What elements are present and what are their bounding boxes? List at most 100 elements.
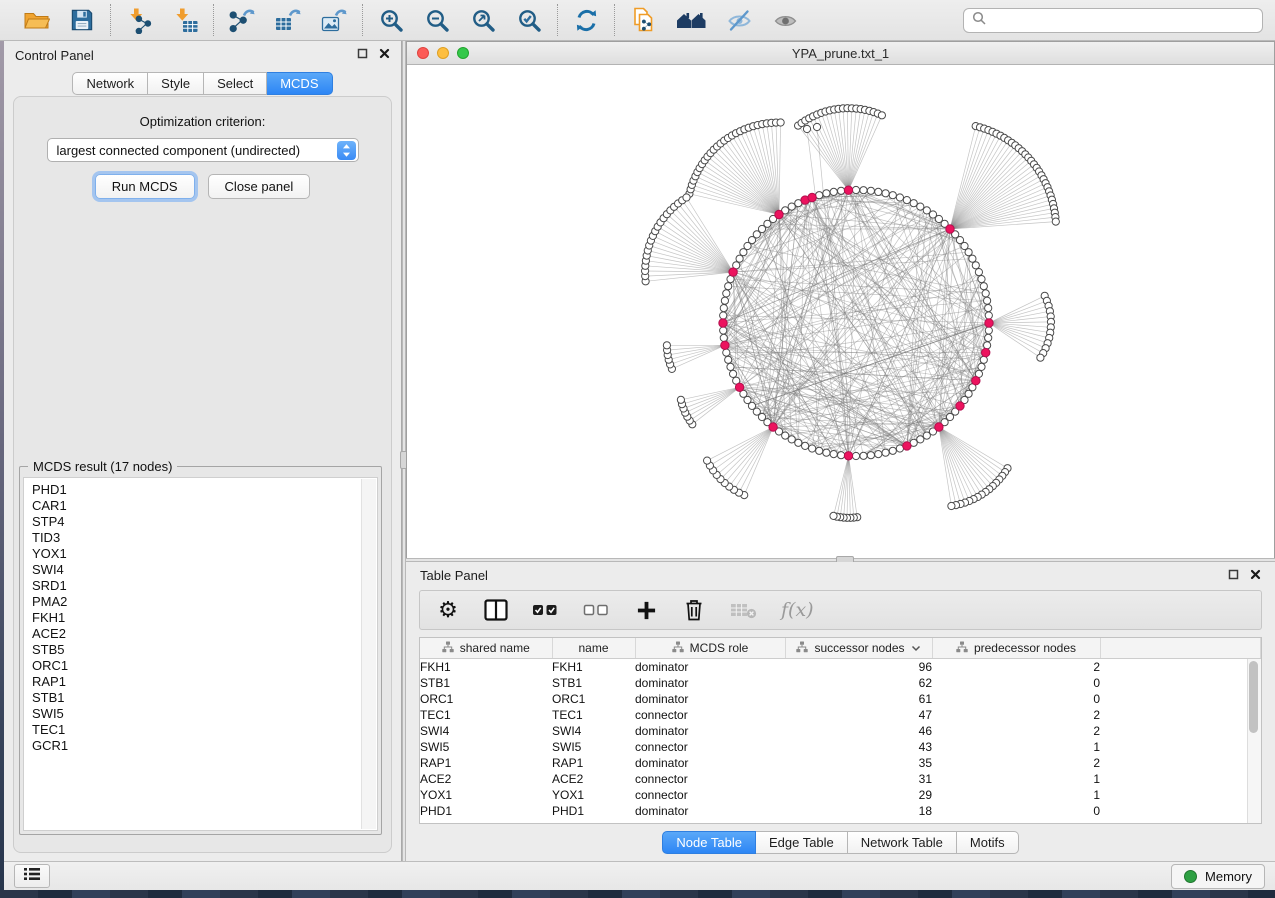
tab-style[interactable]: Style bbox=[148, 72, 204, 95]
tab-node-table[interactable]: Node Table bbox=[662, 831, 756, 854]
tab-motifs[interactable]: Motifs bbox=[957, 831, 1019, 854]
list-item[interactable]: PHD1 bbox=[32, 482, 377, 498]
table-row[interactable]: FKH1FKH1dominator962 bbox=[420, 659, 1261, 676]
close-panel-icon[interactable] bbox=[379, 46, 390, 64]
list-item[interactable]: CAR1 bbox=[32, 498, 377, 514]
toggle-panels-icon[interactable] bbox=[484, 599, 508, 621]
list-item[interactable]: SWI5 bbox=[32, 706, 377, 722]
mcds-result-list[interactable]: PHD1CAR1STP4TID3YOX1SWI4SRD1PMA2FKH1ACE2… bbox=[23, 477, 378, 831]
memory-status-icon bbox=[1184, 870, 1197, 883]
table-row[interactable]: ACE2ACE2connector311 bbox=[420, 771, 1261, 787]
task-history-button[interactable] bbox=[14, 864, 50, 888]
table-settings-icon[interactable]: ⚙ bbox=[436, 599, 460, 621]
table-row[interactable]: STB1STB1dominator620 bbox=[420, 675, 1261, 691]
first-neighbors-icon[interactable] bbox=[674, 5, 708, 35]
list-item[interactable]: STB5 bbox=[32, 642, 377, 658]
float-panel-icon[interactable] bbox=[1228, 567, 1239, 585]
table-row[interactable]: RAP1RAP1dominator352 bbox=[420, 755, 1261, 771]
node-table: shared namenameMCDS rolesuccessor nodesp… bbox=[420, 638, 1261, 819]
list-item[interactable]: STB1 bbox=[32, 690, 377, 706]
list-item[interactable]: ACE2 bbox=[32, 626, 377, 642]
open-icon[interactable] bbox=[21, 5, 51, 35]
search-icon bbox=[972, 11, 986, 30]
main-toolbar bbox=[0, 0, 1275, 41]
select-all-icon[interactable] bbox=[532, 603, 559, 617]
node-table-header-row: shared namenameMCDS rolesuccessor nodesp… bbox=[420, 638, 1261, 659]
memory-button[interactable]: Memory bbox=[1171, 864, 1265, 889]
float-panel-icon[interactable] bbox=[357, 46, 368, 64]
tab-network[interactable]: Network bbox=[72, 72, 148, 95]
list-item[interactable]: TID3 bbox=[32, 530, 377, 546]
list-item[interactable]: SWI4 bbox=[32, 562, 377, 578]
column-header-predecessor-nodes[interactable]: predecessor nodes bbox=[932, 638, 1100, 659]
export-table-icon[interactable] bbox=[273, 5, 303, 35]
run-mcds-button[interactable]: Run MCDS bbox=[95, 174, 195, 199]
table-scrollbar[interactable] bbox=[1247, 659, 1261, 823]
zoom-out-icon[interactable] bbox=[422, 5, 452, 35]
column-header-name[interactable]: name bbox=[552, 638, 635, 659]
apply-function-icon: f(x) bbox=[781, 599, 814, 621]
result-list-scrollbar[interactable] bbox=[361, 479, 376, 829]
column-type-icon bbox=[956, 641, 968, 656]
network-canvas[interactable] bbox=[407, 65, 1274, 558]
table-row[interactable]: ORC1ORC1dominator610 bbox=[420, 691, 1261, 707]
mcds-panel: Optimization criterion: largest connecte… bbox=[13, 96, 392, 853]
optimization-criterion-label: Optimization criterion: bbox=[14, 114, 391, 129]
column-header-MCDS-role[interactable]: MCDS role bbox=[635, 638, 785, 659]
table-scrollbar-thumb[interactable] bbox=[1249, 661, 1258, 733]
network-window: YPA_prune.txt_1 bbox=[406, 41, 1275, 558]
node-table-body: FKH1FKH1dominator962STB1STB1dominator620… bbox=[420, 659, 1261, 820]
list-item[interactable]: PMA2 bbox=[32, 594, 377, 610]
import-table-icon[interactable] bbox=[170, 5, 200, 35]
mcds-result-items: PHD1CAR1STP4TID3YOX1SWI4SRD1PMA2FKH1ACE2… bbox=[24, 478, 377, 754]
refresh-icon[interactable] bbox=[571, 5, 601, 35]
add-column-icon[interactable] bbox=[634, 600, 658, 621]
list-item[interactable]: ORC1 bbox=[32, 658, 377, 674]
status-bar: Memory bbox=[4, 861, 1275, 890]
column-header-successor-nodes[interactable]: successor nodes bbox=[785, 638, 932, 659]
table-row[interactable]: SWI5SWI5connector431 bbox=[420, 739, 1261, 755]
column-header-filler bbox=[1100, 638, 1261, 659]
criterion-dropdown[interactable]: largest connected component (undirected) bbox=[47, 138, 359, 162]
table-row[interactable]: YOX1YOX1connector291 bbox=[420, 787, 1261, 803]
tab-mcds[interactable]: MCDS bbox=[267, 72, 332, 95]
delete-column-icon[interactable] bbox=[682, 598, 706, 622]
list-item[interactable]: GCR1 bbox=[32, 738, 377, 754]
list-item[interactable]: TEC1 bbox=[32, 722, 377, 738]
list-item[interactable]: RAP1 bbox=[32, 674, 377, 690]
close-panel-icon[interactable] bbox=[1250, 567, 1261, 585]
criterion-dropdown-value: largest connected component (undirected) bbox=[48, 143, 337, 158]
list-item[interactable]: SRD1 bbox=[32, 578, 377, 594]
deselect-all-icon[interactable] bbox=[583, 603, 610, 617]
zoom-selected-icon[interactable] bbox=[514, 5, 544, 35]
tab-network-table[interactable]: Network Table bbox=[848, 831, 957, 854]
column-type-icon bbox=[672, 641, 684, 656]
list-item[interactable]: STP4 bbox=[32, 514, 377, 530]
column-header-shared-name[interactable]: shared name bbox=[420, 638, 552, 659]
export-image-icon[interactable] bbox=[319, 5, 349, 35]
zoom-fit-icon[interactable] bbox=[468, 5, 498, 35]
import-network-icon[interactable] bbox=[124, 5, 154, 35]
search-text-field[interactable] bbox=[992, 12, 1254, 29]
clone-network-icon[interactable] bbox=[628, 5, 658, 35]
table-row[interactable]: TEC1TEC1connector472 bbox=[420, 707, 1261, 723]
table-panel: Table Panel ⚙ f(x) shared namenameMCDS r… bbox=[406, 562, 1275, 861]
list-item[interactable]: YOX1 bbox=[32, 546, 377, 562]
table-row[interactable]: SWI4SWI4dominator462 bbox=[420, 723, 1261, 739]
show-all-icon[interactable] bbox=[770, 5, 800, 35]
control-panel: Control Panel NetworkStyleSelectMCDS Opt… bbox=[4, 41, 402, 861]
tab-select[interactable]: Select bbox=[204, 72, 267, 95]
control-panel-title: Control Panel bbox=[15, 48, 94, 63]
export-network-icon[interactable] bbox=[227, 5, 257, 35]
zoom-in-icon[interactable] bbox=[376, 5, 406, 35]
network-window-title: YPA_prune.txt_1 bbox=[407, 46, 1274, 61]
hide-selected-icon[interactable] bbox=[724, 5, 754, 35]
table-row[interactable]: PHD1PHD1dominator180 bbox=[420, 803, 1261, 819]
delete-table-icon bbox=[730, 601, 757, 619]
save-icon[interactable] bbox=[67, 5, 97, 35]
tab-edge-table[interactable]: Edge Table bbox=[756, 831, 848, 854]
list-item[interactable]: FKH1 bbox=[32, 610, 377, 626]
network-window-titlebar[interactable]: YPA_prune.txt_1 bbox=[407, 42, 1274, 65]
search-input[interactable] bbox=[963, 8, 1263, 33]
close-panel-button[interactable]: Close panel bbox=[208, 174, 311, 199]
